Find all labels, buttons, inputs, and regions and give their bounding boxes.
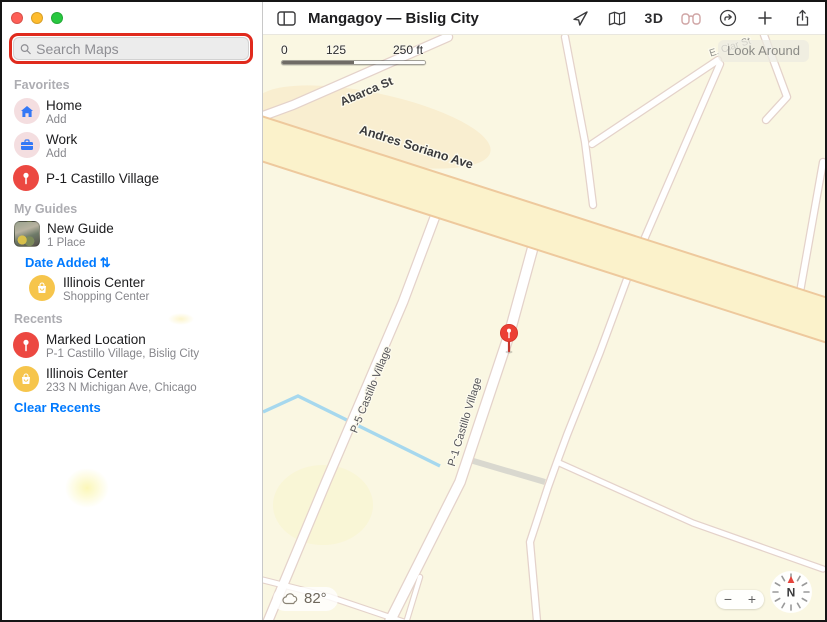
sort-label: Date Added xyxy=(25,255,97,270)
window-controls xyxy=(11,12,63,24)
search-input-wrap[interactable] xyxy=(13,37,249,60)
favorite-title: Work xyxy=(46,132,78,147)
guide-subtitle: 1 Place xyxy=(47,237,86,249)
highlight-smudge xyxy=(168,313,194,325)
scale-end: 250 ft xyxy=(393,43,424,57)
map-canvas[interactable]: Abarca St Andres Soriano Ave P-5 Castill… xyxy=(263,35,825,620)
gray-lane xyxy=(469,457,546,485)
scale-start: 0 xyxy=(281,43,288,57)
recent-subtitle: P-1 Castillo Village, Bislig City xyxy=(46,348,200,360)
clear-recents-button[interactable]: Clear Recents xyxy=(14,400,101,415)
favorite-title: Home xyxy=(46,98,83,113)
look-around-button[interactable] xyxy=(681,8,701,28)
zoom-in-button[interactable]: + xyxy=(740,590,764,609)
close-window-button[interactable] xyxy=(11,12,23,24)
favorite-subtitle: Add xyxy=(46,114,67,126)
sidebar-toggle-button[interactable] xyxy=(276,8,296,28)
temperature: 82° xyxy=(304,590,327,607)
guide-item-illinois-center[interactable]: Illinois Center Shopping Center xyxy=(29,275,149,304)
sort-arrows-icon: ⇅ xyxy=(99,255,111,270)
favorite-row-home[interactable]: Home Add xyxy=(14,98,82,127)
highlight-smudge xyxy=(65,468,109,508)
binoculars-icon xyxy=(681,13,701,25)
street-label-p5-castillo: P-5 Castillo Village xyxy=(348,345,394,435)
shopping-bag-icon xyxy=(29,275,55,301)
search-input[interactable] xyxy=(36,40,242,57)
guide-item-title: Illinois Center xyxy=(63,275,145,290)
avenue xyxy=(263,115,825,344)
map-mode-button[interactable] xyxy=(607,8,627,28)
scale-mid: 125 xyxy=(326,43,347,57)
guide-title: New Guide xyxy=(47,221,114,236)
search-icon xyxy=(20,43,31,54)
favorite-row-p1-castillo[interactable]: P-1 Castillo Village xyxy=(13,165,159,191)
sidebar: Favorites Home Add W xyxy=(2,2,263,620)
directions-icon xyxy=(719,9,737,27)
sidebar-toggle-icon xyxy=(276,10,296,26)
favorite-row-work[interactable]: Work Add xyxy=(14,132,77,161)
share-button[interactable] xyxy=(792,8,812,28)
map-streets: Abarca St Andres Soriano Ave P-5 Castill… xyxy=(263,35,825,620)
recent-subtitle: 233 N Michigan Ave, Chicago xyxy=(46,382,197,394)
compass[interactable]: N xyxy=(768,569,814,615)
recent-row-illinois-center[interactable]: Illinois Center 233 N Michigan Ave, Chic… xyxy=(13,366,197,395)
look-around-tooltip: Look Around xyxy=(717,40,809,62)
recents-header: Recents xyxy=(14,312,63,326)
add-icon xyxy=(758,11,772,25)
zoom-out-button[interactable]: − xyxy=(716,590,740,609)
window-title: Mangagoy — Bislig City xyxy=(308,9,479,27)
map-scale: 0 125 250 ft xyxy=(281,43,431,65)
compass-north-label: N xyxy=(787,586,796,600)
favorite-subtitle: Add xyxy=(46,148,67,160)
guide-row-new-guide[interactable]: New Guide 1 Place xyxy=(14,221,114,250)
pin-icon xyxy=(13,165,39,191)
titlebar: Mangagoy — Bislig City 3D xyxy=(263,2,825,35)
pin-icon xyxy=(13,332,39,358)
add-place-button[interactable] xyxy=(755,8,775,28)
recent-title: Illinois Center xyxy=(46,366,128,381)
briefcase-icon xyxy=(14,132,40,158)
map-icon xyxy=(608,11,626,25)
sort-by-date-added-button[interactable]: Date Added ⇅ xyxy=(25,255,111,271)
guide-photo-thumbnail xyxy=(14,221,40,247)
recent-title: Marked Location xyxy=(46,332,146,347)
current-location-button[interactable] xyxy=(570,8,590,28)
share-icon xyxy=(796,9,808,26)
cloud-icon xyxy=(282,592,298,604)
home-icon xyxy=(14,98,40,124)
directions-button[interactable] xyxy=(718,8,738,28)
favorite-title: P-1 Castillo Village xyxy=(46,170,160,186)
shopping-bag-icon xyxy=(13,366,39,392)
favorites-header: Favorites xyxy=(14,78,70,92)
minimize-window-button[interactable] xyxy=(31,12,43,24)
my-guides-header: My Guides xyxy=(14,202,78,216)
3d-button[interactable]: 3D xyxy=(644,8,664,28)
recent-row-marked-location[interactable]: Marked Location P-1 Castillo Village, Bi… xyxy=(13,332,199,361)
maps-window: Favorites Home Add W xyxy=(0,0,827,622)
location-arrow-icon xyxy=(572,10,588,26)
zoom-controls: − + xyxy=(716,590,764,609)
search-highlight-annotation xyxy=(9,33,253,64)
weather-widget[interactable]: 82° xyxy=(273,587,338,611)
map-pane: Mangagoy — Bislig City 3D Abarca St Andr… xyxy=(263,2,825,620)
zoom-window-button[interactable] xyxy=(51,12,63,24)
guide-item-subtitle: Shopping Center xyxy=(63,291,150,303)
